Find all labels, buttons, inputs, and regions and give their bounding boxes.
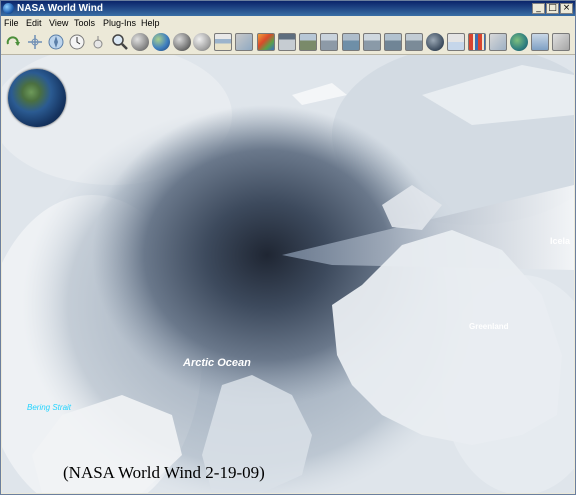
window-title: NASA World Wind: [17, 3, 104, 14]
refresh-icon[interactable]: [4, 33, 22, 51]
menu-help[interactable]: Help: [141, 17, 160, 29]
toolbar: [1, 30, 575, 55]
image-layer-7-icon[interactable]: [405, 33, 423, 51]
image-layer-6-icon[interactable]: [384, 33, 402, 51]
globe-viewport[interactable]: Arctic Ocean Greenland Bering Strait Ice…: [2, 55, 574, 493]
chart-icon[interactable]: [447, 33, 465, 51]
pin-icon[interactable]: [89, 33, 107, 51]
usa-map-icon[interactable]: [510, 33, 528, 51]
menu-tools[interactable]: Tools: [74, 17, 95, 29]
maximize-button[interactable]: □: [546, 3, 559, 14]
menu-plug-ins[interactable]: Plug-Ins: [103, 17, 136, 29]
menu-file[interactable]: File: [4, 17, 19, 29]
title-bar[interactable]: NASA World Wind _ □ ×: [1, 1, 575, 16]
label-arctic-ocean: Arctic Ocean: [183, 357, 251, 369]
image-layer-4-icon[interactable]: [342, 33, 360, 51]
image-layer-2-icon[interactable]: [299, 33, 317, 51]
clock-icon[interactable]: [68, 33, 86, 51]
layers-icon[interactable]: [214, 33, 232, 51]
globe-star-icon[interactable]: [173, 33, 191, 51]
earth-icon[interactable]: [489, 33, 507, 51]
menu-view[interactable]: View: [49, 17, 68, 29]
label-iceland: Icela: [550, 236, 571, 246]
globe-night-icon[interactable]: [426, 33, 444, 51]
world-wind-globe-icon: [3, 3, 14, 14]
image-layer-5-icon[interactable]: [363, 33, 381, 51]
menu-edit[interactable]: Edit: [26, 17, 42, 29]
app-window: NASA World Wind _ □ × File Edit View Too…: [0, 0, 576, 495]
close-button[interactable]: ×: [560, 3, 573, 14]
arctic-satellite-map[interactable]: [2, 55, 574, 493]
crosshair-icon[interactable]: [26, 33, 44, 51]
globe-color-icon[interactable]: [152, 33, 170, 51]
globe-gray-icon[interactable]: [131, 33, 149, 51]
map-tile-icon[interactable]: [235, 33, 253, 51]
image-layer-icon[interactable]: [278, 33, 296, 51]
compass-icon[interactable]: [47, 33, 65, 51]
settings-icon[interactable]: [552, 33, 570, 51]
overview-globe[interactable]: [8, 69, 66, 127]
label-bering-strait: Bering Strait: [27, 403, 72, 412]
grid-icon[interactable]: [468, 33, 486, 51]
image-layer-3-icon[interactable]: [320, 33, 338, 51]
label-greenland: Greenland: [469, 322, 509, 331]
globe-moon-icon[interactable]: [193, 33, 211, 51]
minimize-button[interactable]: _: [532, 3, 545, 14]
flag-map-icon[interactable]: [531, 33, 549, 51]
terrain-icon[interactable]: [257, 33, 275, 51]
menu-bar: File Edit View Tools Plug-Ins Help: [1, 16, 575, 30]
caption-text: (NASA World Wind 2-19-09): [63, 463, 265, 482]
magnifier-icon[interactable]: [111, 33, 129, 51]
